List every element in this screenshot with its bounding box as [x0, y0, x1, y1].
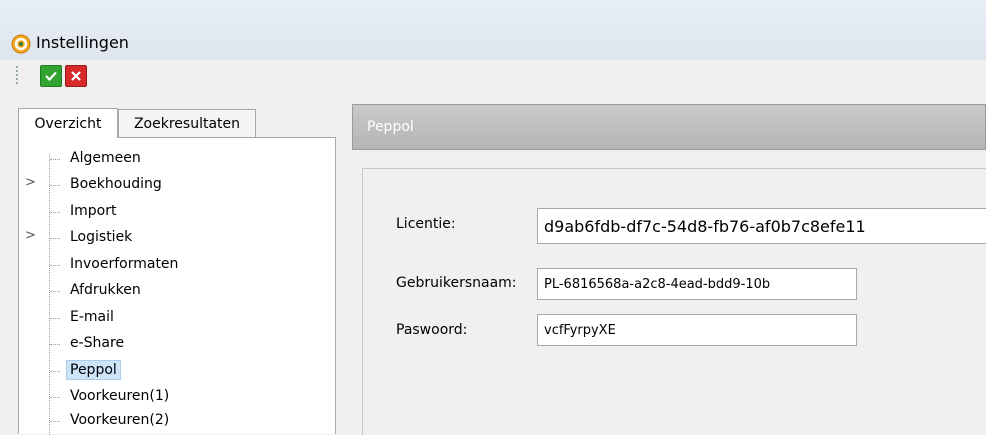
- checkmark-icon: [45, 71, 57, 82]
- ok-button[interactable]: [40, 65, 62, 87]
- tree-item-voorkeuren-2[interactable]: Voorkeuren(2): [19, 410, 319, 432]
- gebruikersnaam-label: Gebruikersnaam:: [396, 275, 517, 291]
- toolbar: [0, 60, 986, 90]
- tree-item-label: Invoerformaten: [70, 256, 179, 272]
- licentie-field[interactable]: d9ab6fdb-df7c-54d8-fb76-af0b7c8efe11: [537, 208, 986, 244]
- tree-item-afdrukken[interactable]: Afdrukken: [19, 280, 319, 302]
- tree-item-e-share[interactable]: e-Share: [19, 333, 319, 355]
- tree-branch: [50, 291, 60, 292]
- tree-item-boekhouding[interactable]: > Boekhouding: [19, 174, 319, 196]
- paswoord-label: Paswoord:: [396, 322, 468, 338]
- tree-branch: [50, 371, 60, 372]
- tree-branch: [50, 212, 60, 213]
- paswoord-field[interactable]: vcfFyrpyXE: [537, 314, 857, 346]
- tree-item-label: Boekhouding: [70, 176, 162, 192]
- title-bar: [0, 0, 986, 60]
- chevron-right-icon[interactable]: >: [25, 175, 36, 190]
- tree-item-label: E-mail: [70, 309, 114, 325]
- tree-branch: [50, 397, 60, 398]
- tree-item-label: Algemeen: [70, 150, 141, 166]
- tree-branch: [50, 159, 60, 160]
- tree-branch: [50, 185, 60, 186]
- tree-item-label: Import: [70, 203, 117, 219]
- tree-item-voorkeuren-1[interactable]: Voorkeuren(1): [19, 386, 319, 408]
- tree-branch: [50, 318, 60, 319]
- tree-branch: [50, 238, 60, 239]
- tree-item-label: Afdrukken: [70, 282, 141, 298]
- tree-item-e-mail[interactable]: E-mail: [19, 307, 319, 329]
- tree-branch: [50, 344, 60, 345]
- tree-item-invoerformaten[interactable]: Invoerformaten: [19, 254, 319, 276]
- tree-item-logistiek[interactable]: > Logistiek: [19, 227, 319, 249]
- tree-branch: [50, 421, 60, 422]
- tree-item-label: e-Share: [70, 335, 125, 351]
- tree-item-label: Peppol: [66, 360, 121, 380]
- tree-item-algemeen[interactable]: Algemeen: [19, 148, 319, 170]
- toolbar-grip[interactable]: [16, 66, 18, 86]
- settings-gear-icon: [11, 34, 31, 54]
- settings-tree: Algemeen > Boekhouding Import > Logistie…: [18, 137, 336, 435]
- tree-item-peppol[interactable]: Peppol: [19, 360, 319, 382]
- tree-item-label: Logistiek: [70, 229, 133, 245]
- x-icon: [71, 71, 81, 81]
- window-title: Instellingen: [36, 33, 129, 52]
- tree-item-label: Voorkeuren(2): [70, 412, 170, 428]
- tree-branch: [50, 265, 60, 266]
- tree-item-label: Voorkeuren(1): [70, 388, 170, 404]
- tab-overzicht[interactable]: Overzicht: [18, 108, 118, 138]
- licentie-label: Licentie:: [396, 216, 456, 232]
- tab-zoekresultaten[interactable]: Zoekresultaten: [118, 109, 256, 137]
- gebruikersnaam-field[interactable]: PL-6816568a-a2c8-4ead-bdd9-10b: [537, 268, 857, 300]
- cancel-button[interactable]: [65, 65, 87, 87]
- section-header: Peppol: [352, 104, 986, 150]
- tree-item-import[interactable]: Import: [19, 201, 319, 223]
- chevron-right-icon[interactable]: >: [25, 228, 36, 243]
- section-title: Peppol: [367, 119, 414, 135]
